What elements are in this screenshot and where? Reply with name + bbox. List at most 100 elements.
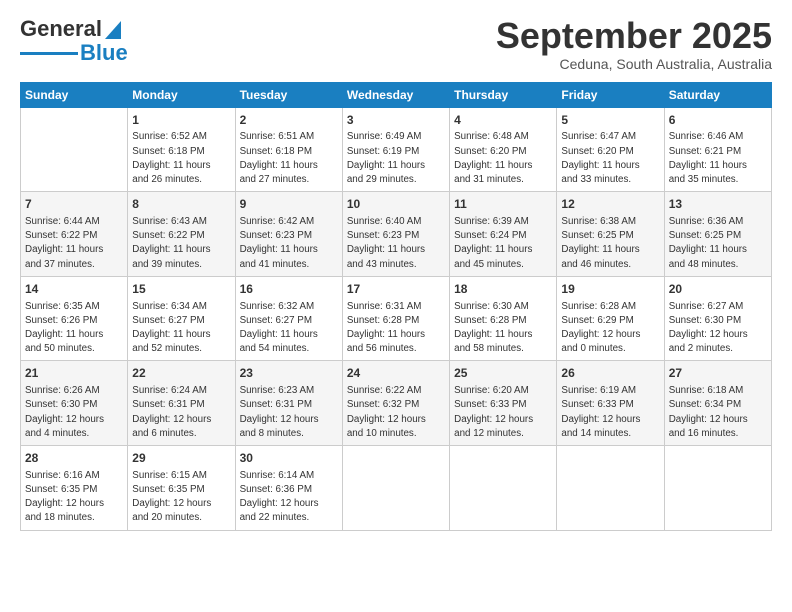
sunrise-text: Sunrise: 6:36 AM: [669, 215, 767, 229]
daylight-hours: Daylight: 12 hours: [132, 497, 230, 511]
table-row: 5Sunrise: 6:47 AMSunset: 6:20 PMDaylight…: [557, 107, 664, 192]
sunset-text: Sunset: 6:20 PM: [454, 145, 552, 159]
sunset-text: Sunset: 6:20 PM: [561, 145, 659, 159]
daylight-minutes: and 48 minutes.: [669, 258, 767, 272]
sunset-text: Sunset: 6:28 PM: [454, 314, 552, 328]
daylight-hours: Daylight: 12 hours: [132, 413, 230, 427]
daylight-hours: Daylight: 12 hours: [561, 413, 659, 427]
day-number: 11: [454, 196, 552, 213]
day-info: Sunrise: 6:31 AMSunset: 6:28 PMDaylight:…: [347, 300, 445, 357]
day-info: Sunrise: 6:35 AMSunset: 6:26 PMDaylight:…: [25, 300, 123, 357]
sunrise-text: Sunrise: 6:20 AM: [454, 384, 552, 398]
daylight-minutes: and 16 minutes.: [669, 427, 767, 441]
daylight-hours: Daylight: 11 hours: [25, 243, 123, 257]
sunrise-text: Sunrise: 6:39 AM: [454, 215, 552, 229]
day-number: 10: [347, 196, 445, 213]
daylight-minutes: and 27 minutes.: [240, 173, 338, 187]
sunrise-text: Sunrise: 6:47 AM: [561, 130, 659, 144]
sunrise-text: Sunrise: 6:22 AM: [347, 384, 445, 398]
daylight-minutes: and 58 minutes.: [454, 342, 552, 356]
daylight-minutes: and 18 minutes.: [25, 511, 123, 525]
day-info: Sunrise: 6:18 AMSunset: 6:34 PMDaylight:…: [669, 384, 767, 441]
day-info: Sunrise: 6:16 AMSunset: 6:35 PMDaylight:…: [25, 469, 123, 526]
sunrise-text: Sunrise: 6:24 AM: [132, 384, 230, 398]
sunrise-text: Sunrise: 6:31 AM: [347, 300, 445, 314]
sunset-text: Sunset: 6:30 PM: [669, 314, 767, 328]
table-row: 25Sunrise: 6:20 AMSunset: 6:33 PMDayligh…: [450, 361, 557, 446]
day-info: Sunrise: 6:26 AMSunset: 6:30 PMDaylight:…: [25, 384, 123, 441]
table-row: 30 Sunrise: 6:14 AMSunset: 6:36 PMDayligh…: [235, 446, 342, 531]
day-number: 22: [132, 365, 230, 382]
daylight-minutes: and 2 minutes.: [669, 342, 767, 356]
daylight-minutes: and 8 minutes.: [240, 427, 338, 441]
daylight-hours: Daylight: 11 hours: [454, 159, 552, 173]
sunrise-text: Sunrise: 6:44 AM: [25, 215, 123, 229]
col-tuesday: Tuesday: [235, 82, 342, 107]
daylight-minutes: and 10 minutes.: [347, 427, 445, 441]
title-section: September 2025 Ceduna, South Australia, …: [496, 16, 772, 72]
sunset-text: Sunset: 6:36 PM: [240, 483, 338, 497]
sunset-text: Sunset: 6:24 PM: [454, 229, 552, 243]
daylight-hours: Daylight: 11 hours: [454, 328, 552, 342]
table-row: 12Sunrise: 6:38 AMSunset: 6:25 PMDayligh…: [557, 192, 664, 277]
daylight-minutes: and 33 minutes.: [561, 173, 659, 187]
daylight-hours: Daylight: 12 hours: [25, 497, 123, 511]
col-thursday: Thursday: [450, 82, 557, 107]
sunset-text: Sunset: 6:25 PM: [561, 229, 659, 243]
day-info: Sunrise: 6:51 AMSunset: 6:18 PMDaylight:…: [240, 130, 338, 187]
table-row: 17Sunrise: 6:31 AMSunset: 6:28 PMDayligh…: [342, 276, 449, 361]
sunrise-text: Sunrise: 6:40 AM: [347, 215, 445, 229]
calendar-week-0: 1Sunrise: 6:52 AMSunset: 6:18 PMDaylight…: [21, 107, 772, 192]
sunset-text: Sunset: 6:34 PM: [669, 398, 767, 412]
sunrise-text: Sunrise: 6:43 AM: [132, 215, 230, 229]
sunrise-text: Sunrise: 6:51 AM: [240, 130, 338, 144]
day-number: 20: [669, 281, 767, 298]
table-row: 8Sunrise: 6:43 AMSunset: 6:22 PMDaylight…: [128, 192, 235, 277]
col-saturday: Saturday: [664, 82, 771, 107]
daylight-hours: Daylight: 12 hours: [240, 497, 338, 511]
day-number: 27: [669, 365, 767, 382]
day-info: Sunrise: 6:23 AMSunset: 6:31 PMDaylight:…: [240, 384, 338, 441]
day-number: 13: [669, 196, 767, 213]
sunset-text: Sunset: 6:21 PM: [669, 145, 767, 159]
day-info: Sunrise: 6:20 AMSunset: 6:33 PMDaylight:…: [454, 384, 552, 441]
table-row: 7Sunrise: 6:44 AMSunset: 6:22 PMDaylight…: [21, 192, 128, 277]
daylight-minutes: and 14 minutes.: [561, 427, 659, 441]
day-info: Sunrise: 6:34 AMSunset: 6:27 PMDaylight:…: [132, 300, 230, 357]
day-number: 5: [561, 112, 659, 129]
day-number: 18: [454, 281, 552, 298]
daylight-hours: Daylight: 12 hours: [240, 413, 338, 427]
sunset-text: Sunset: 6:33 PM: [454, 398, 552, 412]
day-number: 24: [347, 365, 445, 382]
sunset-text: Sunset: 6:22 PM: [25, 229, 123, 243]
day-info: Sunrise: 6:52 AMSunset: 6:18 PMDaylight:…: [132, 130, 230, 187]
daylight-minutes: and 43 minutes.: [347, 258, 445, 272]
daylight-hours: Daylight: 11 hours: [347, 243, 445, 257]
daylight-minutes: and 12 minutes.: [454, 427, 552, 441]
day-info: Sunrise: 6:19 AMSunset: 6:33 PMDaylight:…: [561, 384, 659, 441]
table-row: [21, 107, 128, 192]
calendar-week-2: 14Sunrise: 6:35 AMSunset: 6:26 PMDayligh…: [21, 276, 772, 361]
table-row: [664, 446, 771, 531]
day-info: Sunrise: 6:43 AMSunset: 6:22 PMDaylight:…: [132, 215, 230, 272]
daylight-hours: Daylight: 11 hours: [132, 328, 230, 342]
sunrise-text: Sunrise: 6:19 AM: [561, 384, 659, 398]
day-number: 30: [240, 450, 338, 467]
day-number: 9: [240, 196, 338, 213]
daylight-minutes: and 6 minutes.: [132, 427, 230, 441]
sunset-text: Sunset: 6:18 PM: [240, 145, 338, 159]
table-row: [557, 446, 664, 531]
location: Ceduna, South Australia, Australia: [496, 56, 772, 72]
logo: General Blue: [20, 16, 128, 66]
day-number: 29: [132, 450, 230, 467]
day-number: 26: [561, 365, 659, 382]
sunset-text: Sunset: 6:35 PM: [25, 483, 123, 497]
day-number: 16: [240, 281, 338, 298]
sunset-text: Sunset: 6:30 PM: [25, 398, 123, 412]
day-info: Sunrise: 6:48 AMSunset: 6:20 PMDaylight:…: [454, 130, 552, 187]
day-number: 28: [25, 450, 123, 467]
sunrise-text: Sunrise: 6:48 AM: [454, 130, 552, 144]
daylight-minutes: and 4 minutes.: [25, 427, 123, 441]
day-info: Sunrise: 6:14 AMSunset: 6:36 PMDaylight:…: [240, 469, 338, 526]
daylight-hours: Daylight: 12 hours: [669, 328, 767, 342]
